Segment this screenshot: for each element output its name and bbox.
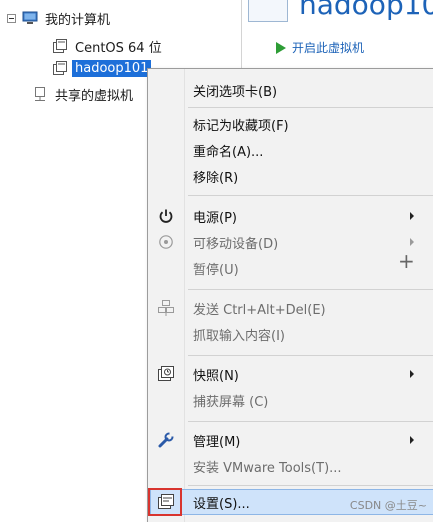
menu-item-label: 捕获屏幕 (C) bbox=[193, 394, 269, 410]
tree-node-my-computer[interactable]: 我的计算机 bbox=[7, 8, 113, 28]
submenu-arrow-icon bbox=[410, 212, 414, 220]
watermark: CSDN @土豆~ bbox=[349, 499, 427, 512]
menu-item-label: 暂停(U) bbox=[193, 262, 239, 278]
computer-icon bbox=[22, 10, 38, 26]
collapse-toggle[interactable] bbox=[7, 13, 16, 23]
menu-item-label: 可移动设备(D) bbox=[193, 236, 279, 252]
menu-item-send-ctrl-alt-del[interactable]: 发送 Ctrl+Alt+Del(E) bbox=[148, 295, 433, 321]
menu-item-label: 移除(R) bbox=[193, 170, 239, 186]
snapshot-icon bbox=[156, 364, 176, 384]
menu-item-remove[interactable]: 移除(R) bbox=[148, 163, 433, 189]
settings-icon bbox=[156, 492, 176, 512]
menu-item-label: 设置(S)... bbox=[193, 496, 250, 512]
menu-item-snapshot[interactable]: 快照(N) bbox=[148, 361, 433, 387]
menu-separator bbox=[188, 289, 433, 290]
tree-node-centos[interactable]: CentOS 64 位 bbox=[52, 36, 165, 56]
menu-item-install-vmware-tools[interactable]: 安装 VMware Tools(T)... bbox=[148, 453, 433, 479]
tree-node-shared-vms[interactable]: 共享的虚拟机 bbox=[32, 84, 136, 104]
menu-item-label: 管理(M) bbox=[193, 434, 241, 450]
menu-item-label: 重命名(A)... bbox=[193, 144, 264, 160]
removable-device-icon bbox=[156, 232, 176, 252]
menu-item-rename[interactable]: 重命名(A)... bbox=[148, 137, 433, 163]
menu-item-power[interactable]: 电源(P) bbox=[148, 203, 433, 229]
send-keys-icon bbox=[156, 298, 176, 318]
menu-item-label: 安装 VMware Tools(T)... bbox=[193, 460, 342, 476]
menu-separator bbox=[188, 485, 433, 486]
menu-item-label: 发送 Ctrl+Alt+Del(E) bbox=[193, 302, 326, 318]
shared-vm-icon bbox=[32, 86, 48, 102]
cursor-crosshair-icon: + bbox=[398, 249, 415, 273]
menu-separator bbox=[188, 107, 433, 108]
menu-item-manage[interactable]: 管理(M) bbox=[148, 427, 433, 453]
menu-item-label: 标记为收藏项(F) bbox=[193, 118, 289, 134]
tree-node-hadoop101[interactable]: hadoop101 bbox=[52, 58, 152, 78]
tree-label: CentOS 64 位 bbox=[75, 40, 162, 56]
vm-title: hadoop101 bbox=[299, 0, 433, 21]
power-on-vm-link[interactable]: 开启此虚拟机 bbox=[276, 39, 364, 56]
menu-item-capture-screen[interactable]: 捕获屏幕 (C) bbox=[148, 387, 433, 413]
menu-item-label: 关闭选项卡(B) bbox=[193, 84, 278, 100]
menu-item-removable-devices[interactable]: 可移动设备(D) bbox=[148, 229, 433, 255]
menu-separator bbox=[188, 355, 433, 356]
menu-separator bbox=[188, 195, 433, 196]
submenu-arrow-icon bbox=[410, 370, 414, 378]
menu-item-grab-input[interactable]: 抓取输入内容(I) bbox=[148, 321, 433, 347]
menu-item-favorite[interactable]: 标记为收藏项(F) bbox=[148, 111, 433, 137]
tree-label: 我的计算机 bbox=[45, 12, 111, 28]
power-on-vm-label: 开启此虚拟机 bbox=[292, 41, 365, 55]
tree-label: 共享的虚拟机 bbox=[55, 88, 134, 104]
menu-item-close-tab[interactable]: 关闭选项卡(B) bbox=[148, 77, 433, 103]
play-icon bbox=[276, 41, 286, 54]
vm-context-menu: 关闭选项卡(B) 标记为收藏项(F) 重命名(A)... 移除(R) 电源(P) bbox=[147, 68, 433, 522]
menu-separator bbox=[188, 421, 433, 422]
menu-item-pause[interactable]: 暂停(U) + bbox=[148, 249, 433, 281]
vm-icon bbox=[52, 60, 68, 76]
tree-label: hadoop101 bbox=[72, 59, 152, 77]
submenu-arrow-icon bbox=[410, 436, 414, 444]
vm-tab-icon bbox=[248, 0, 288, 22]
vmware-workstation-window: 我的计算机 CentOS 64 位 hadoop101 共享的虚拟机 hadoo… bbox=[0, 0, 433, 522]
vm-icon bbox=[52, 38, 68, 54]
submenu-arrow-icon bbox=[410, 238, 414, 246]
menu-item-label: 抓取输入内容(I) bbox=[193, 328, 285, 344]
power-icon bbox=[156, 206, 176, 226]
wrench-icon bbox=[156, 430, 176, 450]
menu-item-label: 电源(P) bbox=[193, 210, 237, 226]
menu-item-label: 快照(N) bbox=[193, 368, 239, 384]
